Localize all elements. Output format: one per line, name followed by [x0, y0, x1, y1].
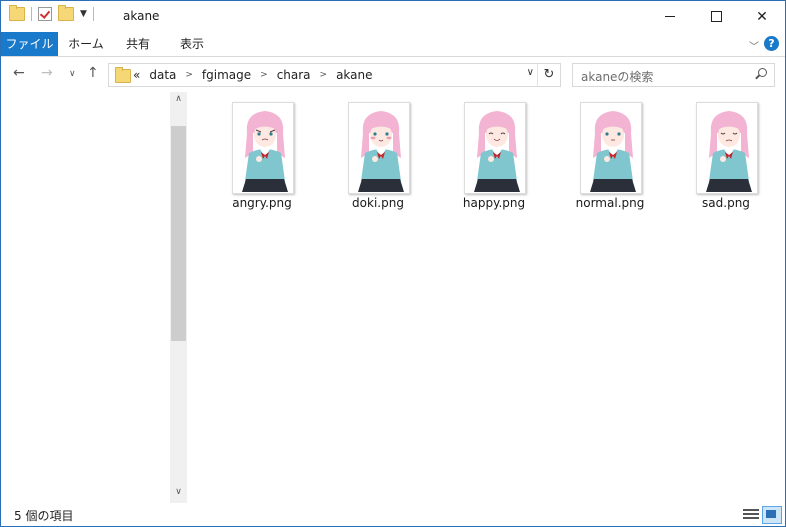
character-illustration: [706, 111, 752, 192]
image-thumbnail: [348, 102, 410, 194]
breadcrumb-overflow[interactable]: «: [133, 68, 140, 82]
customize-dropdown-icon[interactable]: ▼: [80, 9, 87, 19]
image-thumbnail: [232, 102, 294, 194]
title-bar: ▼ akane ✕: [1, 1, 785, 32]
toolbar-separator: [31, 7, 32, 21]
image-thumbnail: [696, 102, 758, 194]
refresh-icon[interactable]: ↻: [537, 64, 560, 86]
close-icon: ✕: [756, 8, 768, 25]
address-folder-icon: [115, 67, 131, 83]
forward-arrow-icon[interactable]: →: [41, 65, 53, 81]
tab-home[interactable]: ホーム: [61, 32, 111, 56]
address-bar[interactable]: « data > fgimage > chara > akane ∨ ↻: [108, 63, 561, 87]
navigation-row: ← → ∨ ↑ « data > fgimage > chara > akane…: [1, 57, 785, 92]
recent-locations-chevron-icon[interactable]: ∨: [69, 69, 76, 79]
large-icons-view-icon[interactable]: [762, 506, 782, 524]
tab-file[interactable]: ファイル: [1, 32, 58, 56]
file-item[interactable]: sad.png: [681, 100, 773, 215]
properties-check-icon[interactable]: [38, 7, 52, 21]
minimize-icon: [665, 16, 675, 17]
breadcrumb-item-akane[interactable]: akane: [336, 68, 372, 82]
new-folder-icon[interactable]: [58, 5, 74, 21]
file-name: angry.png: [232, 196, 292, 210]
minimize-button[interactable]: [647, 1, 693, 32]
search-placeholder: akaneの検索: [581, 70, 654, 84]
character-illustration: [358, 111, 404, 192]
file-name: happy.png: [462, 196, 526, 210]
item-count: 5 個の項目: [14, 509, 74, 523]
breadcrumb-item-fgimage[interactable]: fgimage: [202, 68, 251, 82]
breadcrumb-chevron-icon[interactable]: >: [185, 70, 193, 80]
scrollbar-thumb[interactable]: [171, 126, 186, 341]
character-illustration: [590, 111, 636, 192]
navigation-pane[interactable]: [1, 92, 170, 503]
image-thumbnail: [464, 102, 526, 194]
address-dropdown-icon[interactable]: ∨: [527, 67, 534, 78]
file-item[interactable]: normal.png: [565, 100, 657, 215]
file-name: doki.png: [352, 196, 404, 210]
file-item[interactable]: happy.png: [449, 100, 541, 215]
back-arrow-icon[interactable]: ←: [13, 65, 25, 81]
expand-ribbon-chevron-icon[interactable]: ﹀: [749, 38, 759, 53]
file-list[interactable]: angry.png doki.png happy.png normal.png …: [187, 92, 785, 503]
help-icon[interactable]: ?: [764, 36, 779, 51]
character-illustration: [474, 111, 520, 192]
explorer-window: ▼ akane ✕ ファイル ホーム 共有 表示 ﹀ ? ← → ∨ ↑ « d…: [0, 0, 786, 527]
maximize-button[interactable]: [693, 1, 739, 32]
image-thumbnail: [580, 102, 642, 194]
tab-share[interactable]: 共有: [115, 32, 161, 56]
scroll-down-icon[interactable]: ∨: [170, 487, 187, 501]
scroll-up-icon[interactable]: ∧: [170, 94, 187, 108]
up-arrow-icon[interactable]: ↑: [87, 65, 99, 81]
breadcrumb-chevron-icon[interactable]: >: [320, 70, 328, 80]
search-icon[interactable]: [758, 68, 767, 77]
status-bar: 5 個の項目: [1, 503, 785, 526]
toolbar-separator: [92, 7, 94, 21]
close-button[interactable]: ✕: [739, 1, 785, 32]
character-illustration: [242, 111, 288, 192]
search-box[interactable]: akaneの検索: [572, 63, 775, 87]
navigation-pane-scrollbar[interactable]: ∧ ∨: [170, 92, 187, 503]
file-item[interactable]: doki.png: [333, 100, 425, 215]
tab-view[interactable]: 表示: [167, 32, 217, 56]
breadcrumb: « data > fgimage > chara > akane: [133, 68, 373, 82]
file-item[interactable]: angry.png: [217, 100, 309, 215]
file-name: sad.png: [702, 196, 750, 210]
maximize-icon: [710, 11, 722, 22]
breadcrumb-item-data[interactable]: data: [149, 68, 176, 82]
window-title: akane: [123, 9, 160, 23]
ribbon-tabs: ファイル ホーム 共有 表示 ﹀ ?: [1, 32, 785, 57]
quick-access-toolbar: ▼: [9, 5, 94, 21]
details-view-icon[interactable]: [743, 507, 759, 521]
file-name: normal.png: [575, 196, 645, 210]
caption-buttons: ✕: [647, 1, 785, 32]
folder-icon[interactable]: [9, 5, 25, 21]
breadcrumb-chevron-icon[interactable]: >: [260, 70, 268, 80]
breadcrumb-item-chara[interactable]: chara: [277, 68, 311, 82]
